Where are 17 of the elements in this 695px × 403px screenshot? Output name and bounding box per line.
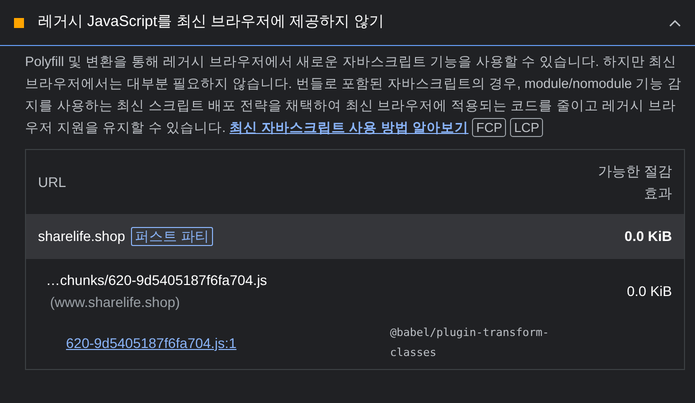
audit-header[interactable]: 레거시 JavaScript를 최신 브라우저에 제공하지 않기 bbox=[0, 0, 695, 46]
metric-tag: LCP bbox=[510, 118, 544, 137]
first-party-badge: 퍼스트 파티 bbox=[131, 227, 214, 246]
column-header: 가능한 절감 효과 bbox=[597, 162, 672, 203]
column-header: URL bbox=[38, 172, 66, 192]
chevron-icon[interactable] bbox=[669, 18, 681, 26]
origin-text: (www.sharelife.shop) bbox=[50, 294, 180, 310]
file-url: …chunks/620-9d5405187f6fa704.js bbox=[46, 272, 268, 288]
savings-value: 0.0 KiB bbox=[624, 227, 672, 246]
source-location-link[interactable]: 620-9d5405187f6fa704.js:1 bbox=[66, 332, 390, 354]
audit-title: 레거시 JavaScript를 최신 브라우저에 제공하지 않기 bbox=[38, 12, 385, 32]
entity-name: sharelife.shop bbox=[38, 227, 126, 246]
metric-tag: FCP bbox=[472, 118, 506, 137]
description-text: Polyfill 및 변환을 통해 레거시 브라우저에서 새로운 자바스크립트 기능을 사용할 수 있습니다. 하지만 최신 브라우저에서는 대부분 필요하지 않습니다. 번들로 포함된 자바스크립트의 경우, module/nomodule 기능 감지를 사용하는 최신 스크립트 배포 전략을 채택하여 최신 브라우저에 적용되는 코드를 줄이고 레거시 브라우저 지원을 유지할 수 있습니다. 최신 자바스크립트 사용 방법 알아보기 FCP LCP bbox=[25, 53, 682, 139]
savings-value: 0.0 KiB bbox=[626, 282, 672, 300]
plugin-name: @babel/plugin-transform-classes bbox=[390, 325, 550, 361]
learn-more-link[interactable]: 최신 자바스크립트 사용 방법 알아보기 bbox=[230, 120, 469, 135]
